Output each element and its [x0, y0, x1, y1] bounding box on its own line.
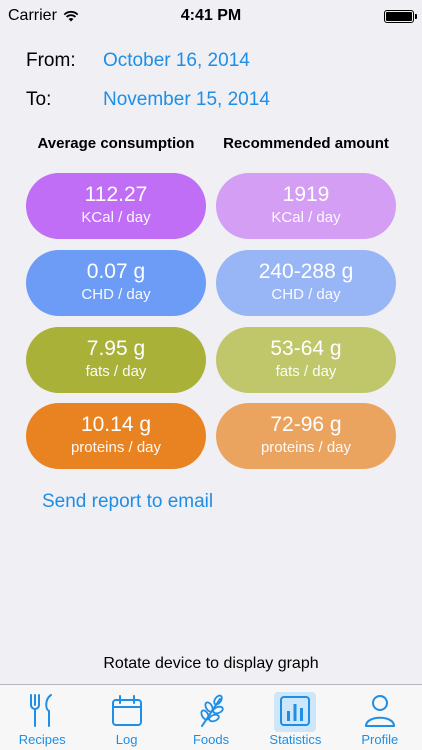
rec-chd-value: 240-288 g — [258, 260, 354, 283]
tab-statistics-label: Statistics — [269, 732, 322, 747]
avg-proteins-unit: proteins / day — [70, 439, 162, 456]
avg-proteins-value: 10.14 g — [80, 413, 152, 436]
to-label: To: — [26, 89, 52, 110]
tab-recipes-label: Recipes — [18, 732, 66, 747]
avg-chd-value: 0.07 g — [86, 260, 146, 283]
from-label: From: — [26, 50, 76, 71]
tab-profile-label: Profile — [361, 732, 399, 747]
rotate-hint: Rotate device to display graph — [103, 655, 319, 672]
battery-icon — [384, 9, 417, 23]
rec-chd-unit: CHD / day — [271, 286, 341, 303]
rec-proteins-value: 72-96 g — [270, 413, 342, 436]
recommended-amount-header: Recommended amount — [223, 135, 389, 152]
tab-log-label: Log — [115, 732, 138, 747]
average-consumption-header: Average consumption — [37, 135, 195, 152]
rec-proteins-pill: 72-96 g proteins / day — [216, 403, 396, 469]
calendar-icon — [106, 692, 148, 732]
avg-chd-unit: CHD / day — [81, 286, 151, 303]
rec-proteins-unit: proteins / day — [260, 439, 352, 456]
from-row: From: October 16, 2014 — [26, 50, 250, 72]
send-report-link[interactable]: Send report to email — [42, 491, 213, 513]
wifi-icon — [63, 10, 79, 22]
tab-statistics[interactable]: Statistics — [253, 685, 337, 750]
rec-fats-value: 53-64 g — [270, 337, 342, 360]
to-date-value[interactable]: November 15, 2014 — [103, 89, 270, 111]
wheat-icon — [190, 692, 232, 732]
avg-kcal-value: 112.27 — [84, 183, 148, 206]
rec-kcal-value: 1919 — [282, 183, 330, 206]
tab-recipes[interactable]: Recipes — [0, 685, 84, 750]
avg-fats-pill: 7.95 g fats / day — [26, 327, 206, 393]
from-date-value[interactable]: October 16, 2014 — [103, 50, 250, 72]
rec-kcal-unit: KCal / day — [271, 209, 341, 226]
rec-chd-pill: 240-288 g CHD / day — [216, 250, 396, 316]
avg-proteins-pill: 10.14 g proteins / day — [26, 403, 206, 469]
tab-foods[interactable]: Foods — [169, 685, 253, 750]
person-icon — [359, 692, 401, 732]
avg-kcal-pill: 112.27 KCal / day — [26, 173, 206, 239]
status-left: Carrier — [8, 7, 79, 25]
tab-log[interactable]: Log — [84, 685, 168, 750]
avg-fats-value: 7.95 g — [86, 337, 146, 360]
tab-foods-label: Foods — [192, 732, 230, 747]
avg-kcal-unit: KCal / day — [81, 209, 151, 226]
tab-profile[interactable]: Profile — [338, 685, 422, 750]
rec-fats-pill: 53-64 g fats / day — [216, 327, 396, 393]
rec-fats-unit: fats / day — [275, 363, 337, 380]
bar-chart-icon — [274, 692, 317, 732]
avg-chd-pill: 0.07 g CHD / day — [26, 250, 206, 316]
fork-knife-icon — [21, 692, 63, 732]
status-bar: Carrier 4:41 PM — [0, 0, 422, 32]
to-row: To: November 15, 2014 — [26, 89, 270, 111]
rec-kcal-pill: 1919 KCal / day — [216, 173, 396, 239]
carrier-label: Carrier — [8, 7, 57, 24]
avg-fats-unit: fats / day — [85, 363, 147, 380]
tab-bar: Recipes Log Foods Statistics Profile — [0, 684, 422, 750]
